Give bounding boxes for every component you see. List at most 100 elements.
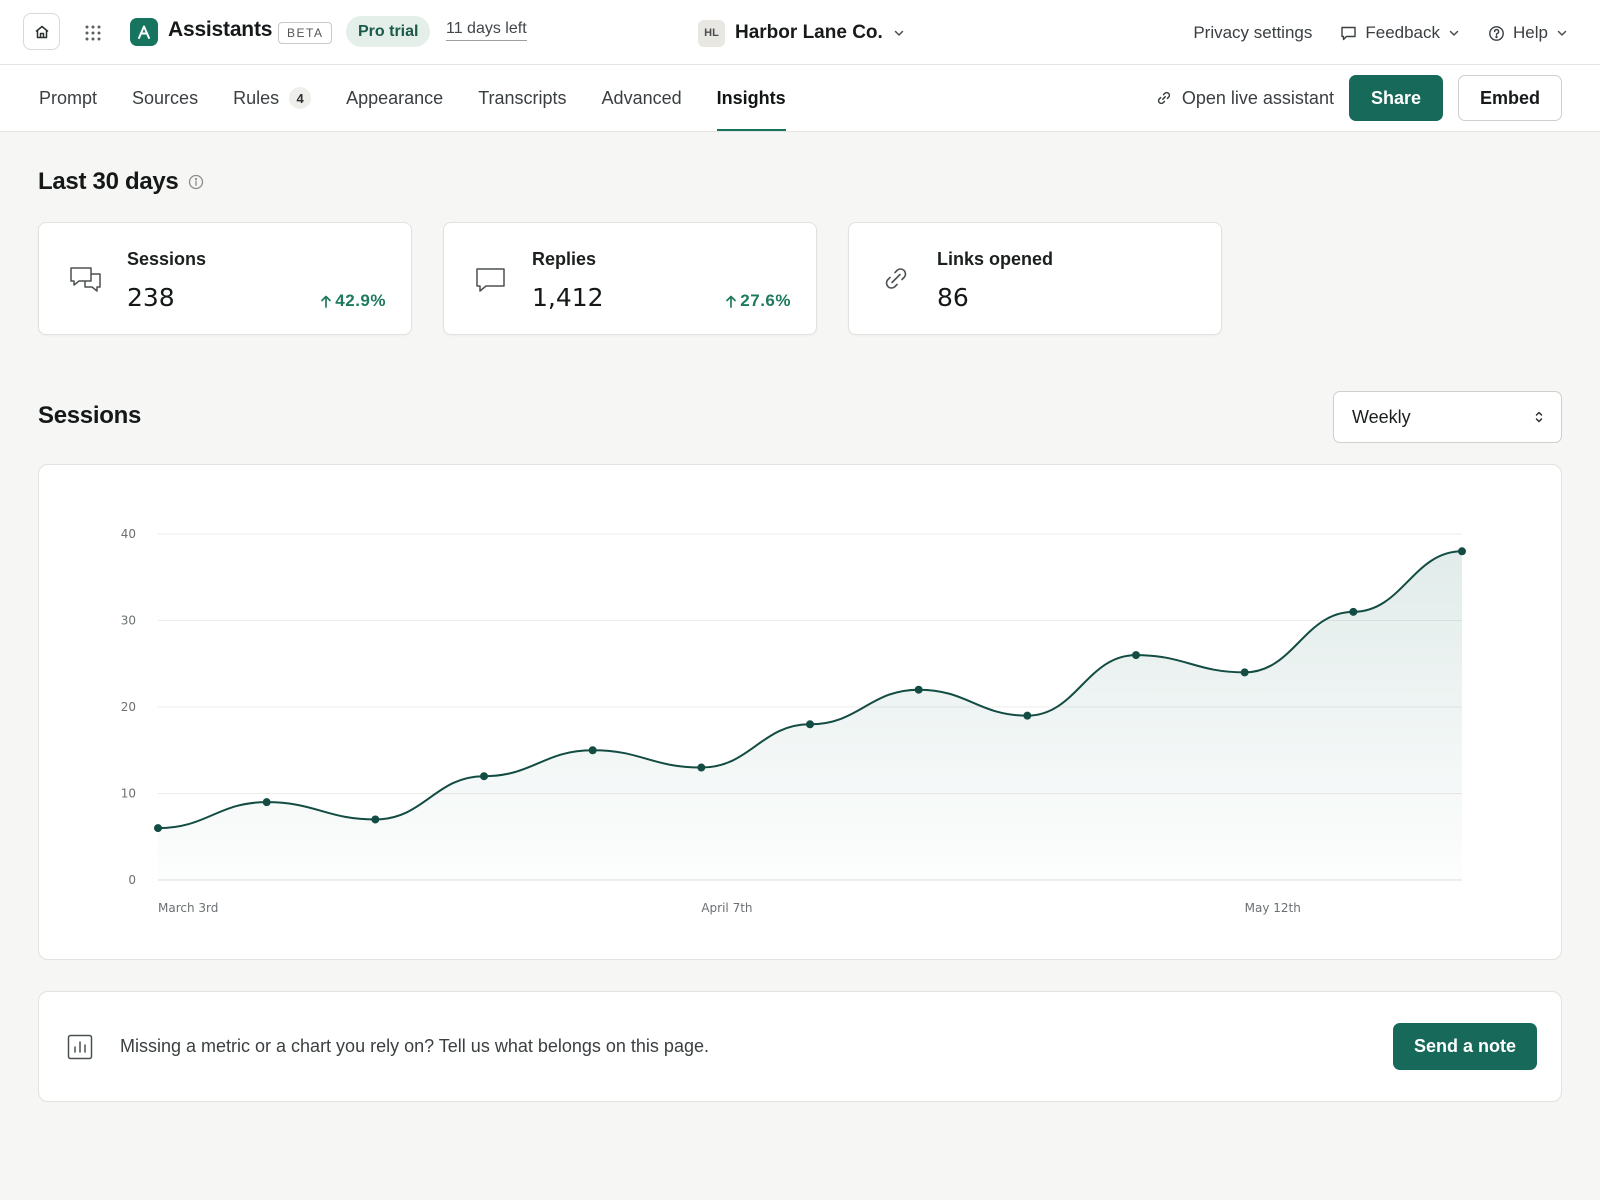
tab-sources[interactable]: Sources — [132, 65, 198, 131]
help-menu[interactable]: Help — [1488, 23, 1568, 43]
sessions-chart-svg: 0 10 20 30 40 March 3rd April 7th May 12th — [121, 527, 1466, 915]
data-point[interactable] — [154, 824, 162, 833]
data-point[interactable] — [697, 763, 706, 772]
home-icon — [35, 25, 48, 38]
interval-select[interactable]: Weekly — [1333, 391, 1562, 443]
stat-card-links-opened: Links opened 86 — [848, 222, 1222, 335]
stat-label: Replies — [532, 249, 597, 269]
tab-label: Appearance — [346, 87, 444, 108]
chevron-down-icon — [894, 30, 904, 36]
grid-icon — [85, 25, 101, 41]
y-tick-label: 0 — [128, 873, 136, 887]
open-live-assistant-label: Open live assistant — [1181, 87, 1334, 108]
x-tick-label: April 7th — [701, 901, 752, 915]
privacy-settings-label: Privacy settings — [1193, 23, 1313, 42]
info-icon[interactable] — [188, 174, 204, 190]
stat-label: Sessions — [127, 249, 207, 269]
tab-label: Sources — [132, 87, 199, 108]
embed-button[interactable]: Embed — [1457, 75, 1562, 121]
chevron-up-down-icon — [1535, 411, 1543, 423]
bar-chart-icon — [67, 1034, 93, 1060]
org-avatar: HL — [698, 19, 725, 47]
tab-transcripts[interactable]: Transcripts — [478, 65, 566, 131]
tab-label: Prompt — [39, 87, 98, 108]
data-point[interactable] — [371, 815, 380, 824]
data-point[interactable] — [1023, 711, 1032, 720]
open-live-assistant-link[interactable]: Open live assistant — [1156, 88, 1334, 109]
series-area — [158, 551, 1462, 880]
tab-label: Advanced — [601, 87, 682, 108]
tab-label: Rules — [233, 87, 280, 108]
chevron-down-icon — [1557, 30, 1567, 36]
stat-change-value: 42.9% — [335, 291, 386, 310]
data-point[interactable] — [1240, 668, 1249, 677]
tab-bar: Prompt Sources Rules 4 Appearance Transc… — [0, 65, 1600, 132]
rules-count-badge: 4 — [289, 87, 312, 109]
link-icon — [885, 268, 907, 289]
app-name: Assistants — [168, 18, 273, 41]
app-logo — [130, 18, 158, 46]
stat-change: 42.9% — [320, 291, 386, 311]
period-heading: Last 30 days — [38, 168, 204, 196]
y-tick-label: 40 — [121, 527, 136, 541]
org-switcher[interactable]: HL Harbor Lane Co. — [698, 18, 905, 48]
app-launcher-button[interactable] — [80, 20, 106, 46]
y-tick-label: 20 — [121, 700, 136, 714]
logo-a-icon — [138, 25, 150, 39]
x-tick-label: May 12th — [1245, 901, 1301, 915]
stat-value: 86 — [937, 283, 969, 312]
data-point[interactable] — [1458, 547, 1466, 556]
data-point[interactable] — [262, 798, 271, 807]
days-left-link[interactable]: 11 days left — [446, 20, 527, 41]
tab-label: Insights — [716, 87, 786, 108]
message-icon — [476, 268, 505, 292]
tab-advanced[interactable]: Advanced — [602, 65, 682, 131]
top-right-links: Privacy settings Feedback Help — [1193, 18, 1568, 48]
feedback-message: Missing a metric or a chart you rely on?… — [120, 1036, 709, 1056]
data-point[interactable] — [1132, 651, 1140, 660]
tab-rules[interactable]: Rules 4 — [233, 65, 312, 131]
tab-insights[interactable]: Insights — [716, 65, 786, 131]
data-point[interactable] — [1349, 607, 1358, 616]
privacy-settings-link[interactable]: Privacy settings — [1193, 23, 1312, 43]
sessions-chart: 0 10 20 30 40 March 3rd April 7th May 12th — [38, 464, 1562, 960]
arrow-up-icon — [321, 295, 332, 308]
stat-change-value: 27.6% — [740, 291, 791, 310]
tab-prompt[interactable]: Prompt — [39, 65, 97, 131]
send-note-button[interactable]: Send a note — [1392, 1023, 1537, 1070]
help-label: Help — [1513, 23, 1548, 42]
tab-list: Prompt Sources Rules 4 Appearance Transc… — [39, 65, 786, 131]
stat-change: 27.6% — [725, 291, 791, 311]
y-tick-label: 10 — [121, 787, 136, 801]
period-title: Last 30 days — [38, 168, 179, 195]
stat-value: 1,412 — [532, 283, 604, 312]
x-tick-label: March 3rd — [158, 901, 218, 915]
top-bar: Assistants BETA Pro trial 11 days left H… — [0, 0, 1600, 65]
messages-icon — [70, 267, 101, 292]
beta-badge: BETA — [278, 22, 333, 44]
data-point[interactable] — [480, 772, 488, 781]
tab-appearance[interactable]: Appearance — [346, 65, 443, 131]
stat-label: Links opened — [937, 249, 1054, 269]
feedback-label: Feedback — [1365, 23, 1441, 42]
home-button[interactable] — [23, 13, 60, 50]
data-point[interactable] — [588, 746, 597, 755]
org-name: Harbor Lane Co. — [735, 22, 883, 43]
tab-actions: Open live assistant Share Embed — [1156, 75, 1562, 121]
feedback-menu[interactable]: Feedback — [1340, 23, 1460, 43]
y-tick-label: 30 — [121, 614, 136, 628]
stat-card-replies: Replies 1,412 27.6% — [443, 222, 817, 335]
link-icon — [1157, 91, 1170, 105]
share-button[interactable]: Share — [1348, 75, 1443, 121]
feedback-card: Missing a metric or a chart you rely on?… — [38, 991, 1562, 1102]
data-point[interactable] — [806, 720, 814, 729]
data-point[interactable] — [914, 685, 923, 694]
trial-badge[interactable]: Pro trial — [346, 16, 431, 47]
stat-value: 238 — [127, 283, 175, 312]
message-square-icon — [1341, 26, 1357, 40]
help-circle-icon — [1489, 25, 1504, 41]
chevron-down-icon — [1449, 30, 1459, 36]
arrow-up-icon — [726, 295, 737, 308]
chart-title: Sessions — [38, 402, 141, 429]
interval-select-value: Weekly — [1352, 406, 1411, 427]
